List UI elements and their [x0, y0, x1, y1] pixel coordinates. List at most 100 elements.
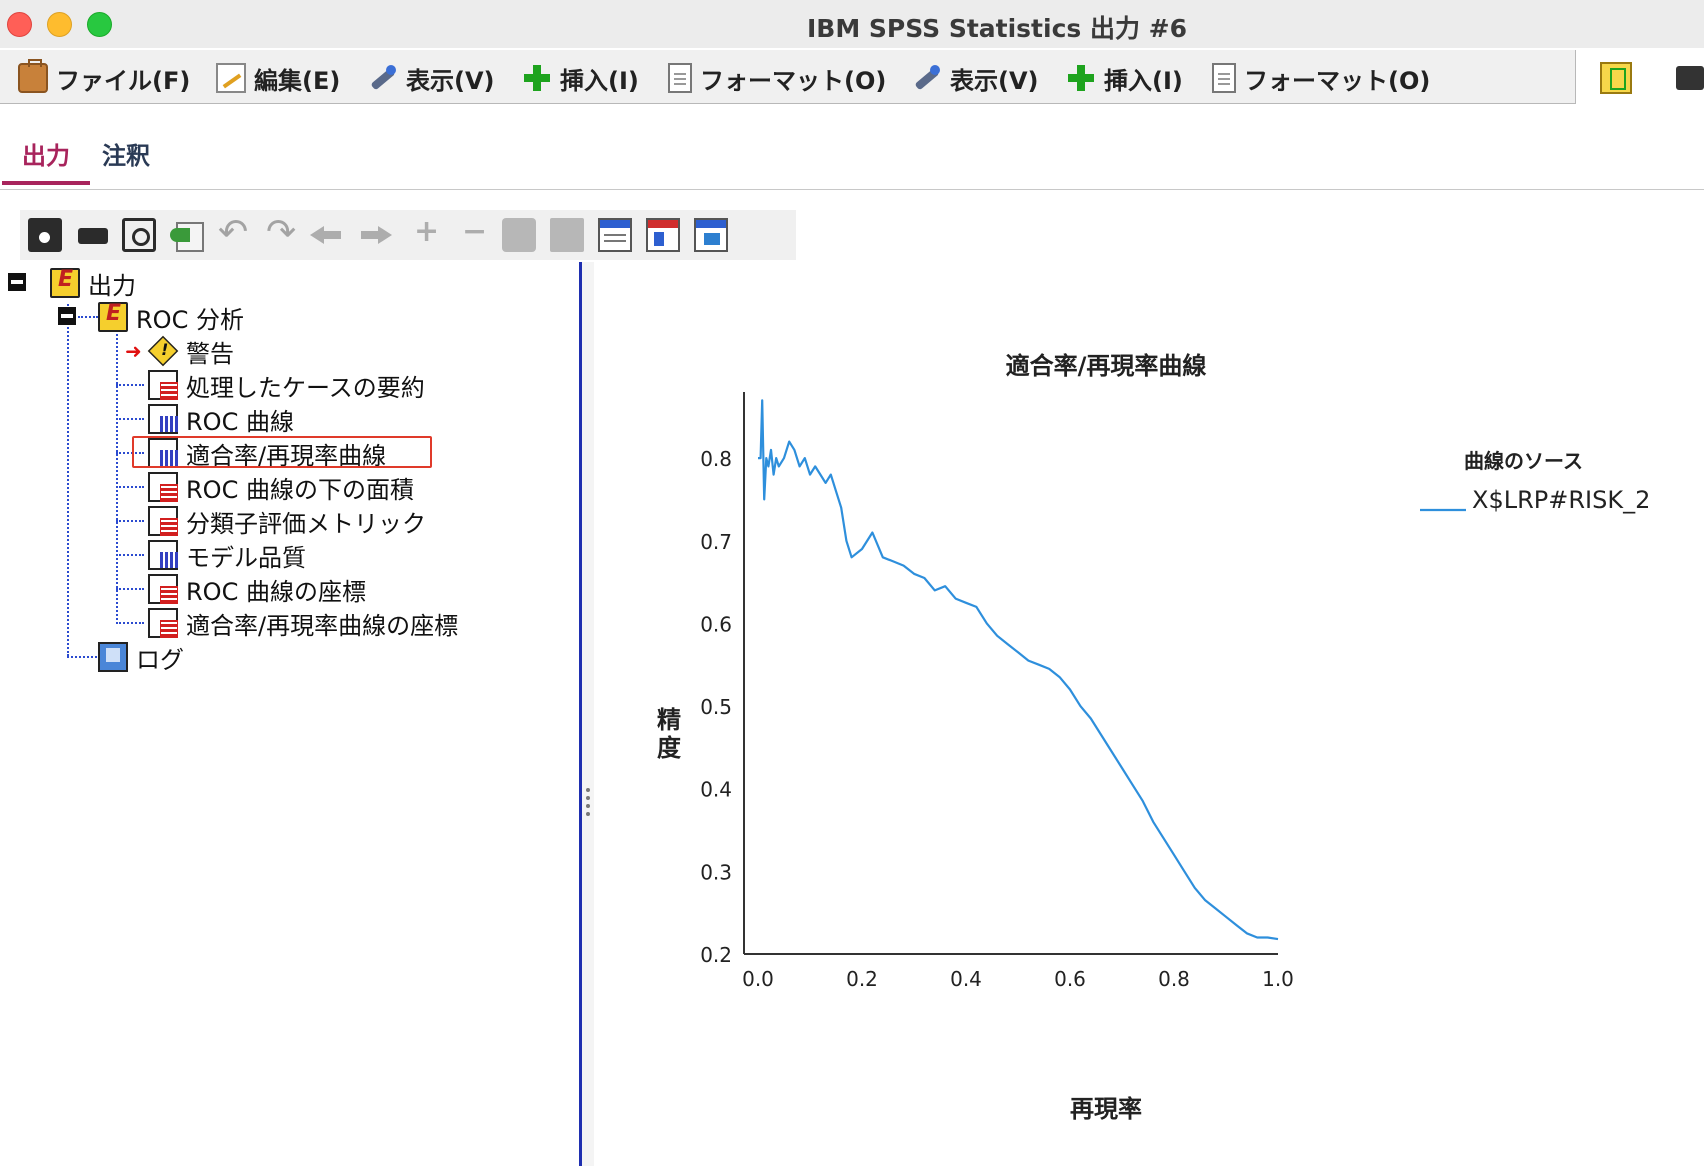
tree-connector	[116, 554, 144, 556]
splitter-grip-icon[interactable]	[586, 788, 590, 816]
green-plus-icon	[1066, 63, 1096, 93]
tree-connector	[116, 486, 144, 488]
export-icon[interactable]	[170, 218, 204, 252]
legend-entry-label: X$LRP#RISK_2	[1472, 486, 1650, 514]
menu-insert[interactable]: 挿入(I)	[522, 62, 639, 95]
y-tick-label: 0.5	[700, 695, 732, 719]
series-line-x-lrp-risk-2	[758, 399, 1279, 941]
menu-edit[interactable]: 編集(E)	[216, 62, 341, 95]
x-tick-label: 0.8	[1158, 967, 1190, 991]
tree-item-output-root[interactable]: 出力	[50, 267, 136, 300]
collapse-analysis-toggle[interactable]	[58, 307, 76, 325]
tree-connector	[67, 656, 97, 658]
tree-item-model-quality[interactable]: モデル品質	[148, 539, 306, 572]
tree-connector	[116, 622, 144, 624]
back-arrow-icon[interactable]	[310, 218, 344, 252]
y-tick-label: 0.7	[700, 530, 732, 554]
print-icon[interactable]	[76, 218, 110, 256]
printer-icon[interactable]	[1676, 66, 1704, 90]
tree-item-classifier-metrics[interactable]: 分類子評価メトリック	[148, 505, 426, 538]
x-tick-label: 0.4	[950, 967, 982, 991]
tree-item-pr-coordinates[interactable]: 適合率/再現率曲線の座標	[148, 607, 459, 640]
x-tick-label: 0.2	[846, 967, 878, 991]
tree-connector	[67, 304, 69, 656]
legend-title: 曲線のソース	[1464, 449, 1583, 473]
undo-icon[interactable]	[216, 212, 250, 253]
y-tick-label: 0.8	[700, 447, 732, 471]
menu-file[interactable]: ファイル(F)	[18, 59, 191, 95]
menu-insert-2[interactable]: 挿入(I)	[1066, 62, 1183, 95]
table-icon	[148, 472, 178, 502]
tree-connector	[116, 588, 144, 590]
hide-icon[interactable]	[550, 218, 584, 252]
view-tabs: 出力 注釈	[0, 120, 1704, 190]
y-axis-label: 精度	[657, 706, 682, 762]
insert-heading-icon[interactable]	[646, 218, 680, 252]
tree-connector	[116, 520, 144, 522]
output-book-icon	[50, 267, 80, 298]
flashlight-icon	[368, 63, 398, 93]
collapse-icon[interactable]	[454, 214, 488, 252]
menu-format[interactable]: フォーマット(O)	[668, 62, 886, 95]
y-tick-label: 0.4	[700, 778, 732, 802]
tree-item-warning[interactable]: 警告	[147, 335, 234, 368]
forward-arrow-icon[interactable]	[358, 218, 392, 252]
menu-insert-label: 挿入(I)	[560, 66, 639, 95]
y-tick-labels: 0.2 0.3 0.4 0.5 0.6 0.7 0.8	[700, 447, 732, 967]
tree-item-label: ログ	[136, 645, 184, 674]
tree-item-label: ROC 分析	[136, 305, 244, 334]
x-tick-label: 0.0	[742, 967, 774, 991]
y-tick-label: 0.3	[700, 860, 732, 884]
tree-item-label: モデル品質	[186, 543, 306, 572]
tree-item-label: 警告	[186, 339, 234, 368]
menu-view-2-label: 表示(V)	[950, 66, 1039, 95]
tree-item-roc-coordinates[interactable]: ROC 曲線の座標	[148, 573, 366, 606]
tree-item-precision-recall-curve[interactable]: 適合率/再現率曲線	[148, 437, 386, 470]
tree-item-roc-analysis[interactable]: ROC 分析	[98, 301, 244, 334]
chart-title: 適合率/再現率曲線	[1006, 352, 1207, 380]
briefcase-icon	[18, 59, 48, 93]
menu-format-2-label: フォーマット(O)	[1244, 66, 1431, 95]
edit-document-icon	[216, 63, 246, 93]
tree-item-case-summary[interactable]: 処理したケースの要約	[148, 369, 425, 402]
chart-icon	[148, 438, 178, 468]
tab-notes[interactable]: 注釈	[102, 136, 150, 171]
save-icon[interactable]	[28, 218, 62, 252]
menu-edit-label: 編集(E)	[254, 66, 341, 95]
page-icon	[1212, 63, 1236, 93]
tree-item-roc-curve[interactable]: ROC 曲線	[148, 403, 294, 436]
tab-output[interactable]: 出力	[2, 136, 90, 185]
title-bar: IBM SPSS Statistics 出力 #6	[0, 0, 1704, 48]
green-plus-icon	[522, 63, 552, 93]
redo-icon[interactable]	[264, 212, 298, 253]
menu-view-2[interactable]: 表示(V)	[912, 62, 1039, 95]
tree-item-log[interactable]: ログ	[98, 641, 184, 674]
tree-connector	[116, 452, 144, 454]
precision-recall-chart[interactable]: 適合率/再現率曲線 0.20.30.40.50.60.70.8 0.0 0.2 0.…	[594, 262, 1704, 1166]
x-tick-label: 1.0	[1262, 967, 1294, 991]
menu-view[interactable]: 表示(V)	[368, 62, 495, 95]
insert-title-icon[interactable]	[694, 218, 728, 252]
show-icon[interactable]	[502, 218, 536, 252]
chart-icon	[148, 404, 178, 434]
menu-toolbar: ファイル(F) 編集(E) 表示(V) 挿入(I) フォーマット(O) 表示(V…	[0, 50, 1576, 104]
menu-insert-2-label: 挿入(I)	[1104, 66, 1183, 95]
table-icon	[148, 608, 178, 638]
pane-splitter[interactable]	[582, 262, 594, 1166]
tree-item-label: 適合率/再現率曲線の座標	[186, 611, 459, 640]
pivot-table-icon[interactable]	[1600, 62, 1632, 94]
tree-item-label: ROC 曲線の下の面積	[186, 475, 414, 504]
table-icon	[148, 370, 178, 400]
menu-file-label: ファイル(F)	[56, 66, 191, 95]
collapse-root-toggle[interactable]	[8, 273, 26, 291]
print-preview-icon[interactable]	[122, 218, 156, 252]
y-tick-label: 0.2	[700, 943, 732, 967]
menu-format-2[interactable]: フォーマット(O)	[1212, 62, 1431, 95]
warning-icon	[147, 335, 179, 367]
tree-item-area-under-roc[interactable]: ROC 曲線の下の面積	[148, 471, 414, 504]
tree-connector	[116, 418, 144, 420]
y-tick-label: 0.6	[700, 612, 732, 636]
chart-icon	[148, 540, 178, 570]
expand-icon[interactable]	[406, 214, 440, 252]
designate-window-icon[interactable]	[598, 218, 632, 252]
